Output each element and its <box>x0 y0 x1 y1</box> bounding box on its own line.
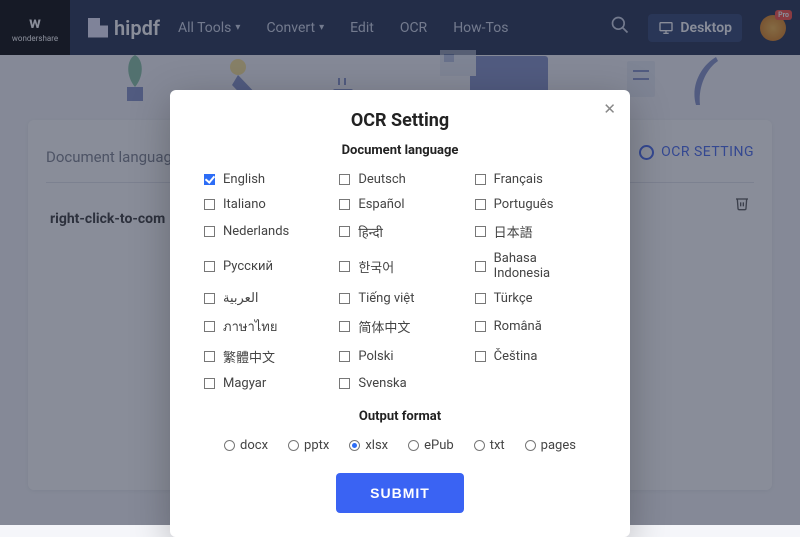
output-format-title: Output format <box>204 409 596 424</box>
language-option[interactable]: Italiano <box>204 197 325 212</box>
radio-icon <box>349 440 360 451</box>
format-option[interactable]: pages <box>525 438 576 453</box>
language-option[interactable]: 繁體中文 <box>204 347 325 366</box>
language-label: Čeština <box>494 349 538 364</box>
language-label: 日本語 <box>494 222 533 241</box>
language-label: English <box>223 172 265 187</box>
language-option[interactable]: Polski <box>339 347 460 366</box>
checkbox-icon <box>339 226 350 237</box>
language-option[interactable]: हिन्दी <box>339 222 460 241</box>
checkbox-icon <box>339 261 350 272</box>
language-option[interactable]: العربية <box>204 291 325 306</box>
checkbox-icon <box>339 174 350 185</box>
language-option[interactable]: Türkçe <box>475 291 596 306</box>
language-label: Türkçe <box>494 291 533 306</box>
language-label: Italiano <box>223 197 266 212</box>
checkbox-icon <box>339 378 350 389</box>
format-row: docx pptx xlsx ePub txt pages <box>204 438 596 453</box>
language-label: Русский <box>223 259 273 274</box>
language-label: العربية <box>223 291 259 306</box>
radio-icon <box>224 440 235 451</box>
language-label: हिन्दी <box>358 223 383 241</box>
ocr-setting-modal: ✕ OCR Setting Document language English D… <box>170 90 630 537</box>
language-option[interactable]: English <box>204 172 325 187</box>
language-option[interactable]: Русский <box>204 251 325 281</box>
checkbox-icon <box>204 351 215 362</box>
checkbox-icon <box>339 321 350 332</box>
language-label: Tiếng việt <box>358 291 414 306</box>
language-option[interactable]: Português <box>475 197 596 212</box>
language-option[interactable]: Español <box>339 197 460 212</box>
language-option[interactable]: 日本語 <box>475 222 596 241</box>
checkbox-icon <box>339 199 350 210</box>
radio-icon <box>474 440 485 451</box>
language-option[interactable]: Čeština <box>475 347 596 366</box>
checkbox-icon <box>339 293 350 304</box>
language-label: 한국어 <box>358 257 394 276</box>
language-label: Polski <box>358 349 393 364</box>
checkbox-icon <box>475 199 486 210</box>
language-label: Nederlands <box>223 224 289 239</box>
format-label: ePub <box>424 438 454 453</box>
language-label: 繁體中文 <box>223 347 275 366</box>
checkbox-icon <box>339 351 350 362</box>
language-option[interactable]: Nederlands <box>204 222 325 241</box>
format-label: pages <box>541 438 576 453</box>
checkbox-icon <box>204 378 215 389</box>
format-label: xlsx <box>365 438 388 453</box>
language-option[interactable]: 한국어 <box>339 251 460 281</box>
language-option[interactable]: 简体中文 <box>339 316 460 337</box>
language-option[interactable]: Magyar <box>204 376 325 391</box>
format-option[interactable]: ePub <box>408 438 454 453</box>
language-option[interactable]: Français <box>475 172 596 187</box>
language-label: Deutsch <box>358 172 406 187</box>
checkbox-icon <box>204 321 215 332</box>
submit-button[interactable]: SUBMIT <box>336 473 464 513</box>
language-option[interactable]: Deutsch <box>339 172 460 187</box>
language-option[interactable]: Bahasa Indonesia <box>475 251 596 281</box>
format-option[interactable]: txt <box>474 438 505 453</box>
language-label: Bahasa Indonesia <box>494 251 596 281</box>
radio-icon <box>408 440 419 451</box>
language-option[interactable]: Svenska <box>339 376 460 391</box>
checkbox-icon <box>204 293 215 304</box>
checkbox-icon <box>475 293 486 304</box>
format-option[interactable]: xlsx <box>349 438 388 453</box>
language-label: Magyar <box>223 376 266 391</box>
checkbox-icon <box>475 174 486 185</box>
format-label: docx <box>240 438 268 453</box>
language-label: Português <box>494 197 554 212</box>
language-label: ภาษาไทย <box>223 316 277 337</box>
radio-icon <box>288 440 299 451</box>
checkbox-icon <box>204 261 215 272</box>
checkbox-icon <box>475 226 486 237</box>
radio-icon <box>525 440 536 451</box>
format-label: pptx <box>304 438 329 453</box>
modal-overlay[interactable]: ✕ OCR Setting Document language English D… <box>0 0 800 525</box>
modal-subtitle: Document language <box>204 143 596 158</box>
language-label: Svenska <box>358 376 406 391</box>
format-option[interactable]: docx <box>224 438 268 453</box>
language-option[interactable]: ภาษาไทย <box>204 316 325 337</box>
language-label: Română <box>494 319 542 334</box>
close-icon[interactable]: ✕ <box>603 100 616 118</box>
language-option[interactable]: Română <box>475 316 596 337</box>
checkbox-icon <box>204 226 215 237</box>
language-label: Español <box>358 197 404 212</box>
checkbox-icon <box>204 199 215 210</box>
language-label: 简体中文 <box>358 317 410 336</box>
language-grid: English Deutsch Français Italiano Español Por… <box>204 172 596 391</box>
checkbox-icon <box>204 174 215 185</box>
modal-title: OCR Setting <box>204 110 596 131</box>
format-label: txt <box>490 438 505 453</box>
language-option[interactable]: Tiếng việt <box>339 291 460 306</box>
checkbox-icon <box>475 261 486 272</box>
checkbox-icon <box>475 351 486 362</box>
language-label: Français <box>494 172 543 187</box>
checkbox-icon <box>475 321 486 332</box>
format-option[interactable]: pptx <box>288 438 329 453</box>
